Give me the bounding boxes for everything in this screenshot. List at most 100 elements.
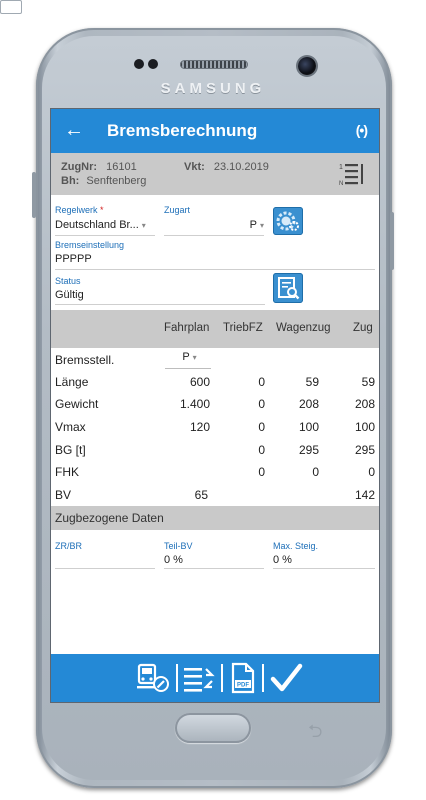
column-header-fahrplan: Fahrplan <box>164 322 210 334</box>
cell-gewicht-fahrplan: 1.400 <box>179 397 210 411</box>
zugart-underline <box>164 235 264 236</box>
required-marker: * <box>100 205 104 215</box>
maxsteig-label: Max. Steig. <box>273 541 319 551</box>
brand-logo: SAMSUNG <box>160 80 266 97</box>
row-label-gewicht: Gewicht <box>55 397 99 411</box>
cell-fhk-zug: 0 <box>368 465 375 479</box>
cell-laenge-fahrplan: 600 <box>189 375 210 389</box>
page-title: Bremsberechnung <box>107 121 258 140</box>
cell-vmax-fahrplan: 120 <box>189 420 210 434</box>
pdf-document-icon[interactable]: PDF <box>229 662 257 694</box>
earpiece-speaker <box>180 60 248 69</box>
row-label-fhk: FHK <box>55 465 79 479</box>
power-button <box>390 212 394 270</box>
row-label-bg: BG [t] <box>55 443 86 457</box>
cell-bg-triebfz: 0 <box>258 443 265 457</box>
row-label-bv: BV <box>55 488 72 502</box>
gear-icon <box>276 211 299 231</box>
caret-down-icon: ▾ <box>259 221 264 230</box>
sensor-dot <box>134 59 144 69</box>
bh-label: Bh: <box>61 175 80 187</box>
app-screen: ← Bremsberechnung (•) ZugNr: 16101 Bh: S… <box>51 109 379 702</box>
maxsteig-underline <box>273 568 375 569</box>
svg-text:1: 1 <box>339 164 343 171</box>
cell-laenge-zug: 59 <box>361 375 375 389</box>
bremseinstellung-value: PPPPP <box>55 253 92 265</box>
volume-button <box>32 172 36 218</box>
section-title: Zugbezogene Daten <box>55 511 164 525</box>
caret-down-icon: ▾ <box>192 353 197 362</box>
back-key[interactable]: ⮌ <box>308 719 322 749</box>
zrbr-label: ZR/BR <box>55 541 82 551</box>
regelwerk-label-text: Regelwerk <box>55 205 98 215</box>
cell-bg-wagenzug: 295 <box>298 443 319 457</box>
bremseinstellung-label: Bremseinstellung <box>55 240 125 250</box>
sensor-dot <box>148 59 158 69</box>
document-search-icon <box>278 277 300 300</box>
zugnr-line: ZugNr: 16101 <box>61 161 137 173</box>
bremsstell-value: P <box>182 351 190 363</box>
bremsstell-label: Bremsstell. <box>55 353 115 367</box>
regelwerk-select[interactable]: Deutschland Br... ▾ <box>55 219 155 231</box>
pdf-text: PDF <box>237 683 249 689</box>
bh-line: Bh: Senftenberg <box>61 175 146 187</box>
numbered-list-icon[interactable]: 1 N <box>337 160 365 188</box>
cell-vmax-wagenzug: 100 <box>298 420 319 434</box>
teilbv-label: Teil-BV <box>164 541 193 551</box>
toolbar-divider <box>221 664 223 692</box>
status-value: Gültig <box>55 289 84 301</box>
teilbv-value: 0 % <box>164 554 183 566</box>
zugnr-value: 16101 <box>106 161 137 173</box>
bottom-action-bar: PDF <box>51 654 379 702</box>
section-header: Zugbezogene Daten <box>51 506 379 530</box>
cell-laenge-triebfz: 0 <box>258 375 265 389</box>
toolbar-divider <box>262 664 264 692</box>
bremsstell-underline <box>165 368 211 369</box>
caret-down-icon: ▾ <box>141 221 146 230</box>
row-label-vmax: Vmax <box>55 420 86 434</box>
cell-vmax-zug: 100 <box>354 420 375 434</box>
vkt-label: Vkt: <box>184 161 205 173</box>
status-label: Status <box>55 276 81 286</box>
zrbr-underline <box>55 568 155 569</box>
cell-gewicht-wagenzug: 208 <box>298 397 319 411</box>
cell-vmax-triebfz: 0 <box>258 420 265 434</box>
vkt-line: Vkt: 23.10.2019 <box>184 161 269 173</box>
brake-settings-button[interactable] <box>273 207 303 235</box>
train-info-bar: ZugNr: 16101 Bh: Senftenberg Vkt: 23.10.… <box>51 153 379 195</box>
broadcast-icon[interactable]: (•) <box>356 122 368 138</box>
cell-fhk-triebfz: 0 <box>258 465 265 479</box>
arrow-left-icon[interactable]: ← <box>64 119 84 142</box>
regelwerk-label: Regelwerk * <box>55 205 104 215</box>
bremsstell-select[interactable]: P ▾ <box>167 351 212 363</box>
vkt-value: 23.10.2019 <box>213 161 269 173</box>
recent-apps-key[interactable] <box>0 0 22 14</box>
regelwerk-underline <box>55 235 155 236</box>
checkmark-icon[interactable] <box>269 662 303 694</box>
front-camera <box>298 57 316 75</box>
bh-value: Senftenberg <box>86 175 147 187</box>
cell-bv-zug: 142 <box>354 488 375 502</box>
toolbar-divider <box>176 664 178 692</box>
regelwerk-value: Deutschland Br... <box>55 219 139 231</box>
maxsteig-value: 0 % <box>273 554 292 566</box>
zugart-select[interactable]: P ▾ <box>164 219 264 231</box>
cell-bg-zug: 295 <box>354 443 375 457</box>
cell-fhk-wagenzug: 0 <box>312 465 319 479</box>
cell-gewicht-triebfz: 0 <box>258 397 265 411</box>
zugnr-label: ZugNr: <box>61 161 98 173</box>
cell-bv-fahrplan: 65 <box>194 488 208 502</box>
column-header-triebfz: TriebFZ <box>223 322 263 334</box>
home-button[interactable] <box>175 713 251 743</box>
app-bar: ← Bremsberechnung (•) <box>51 109 379 153</box>
train-edit-icon[interactable] <box>135 662 171 694</box>
zugart-label: Zugart <box>164 205 191 215</box>
zugart-value: P <box>249 219 257 231</box>
document-search-button[interactable] <box>273 273 303 303</box>
teilbv-underline <box>164 568 264 569</box>
bremseinstellung-underline <box>55 269 375 270</box>
row-label-laenge: Länge <box>55 375 89 389</box>
column-header-wagenzug: Wagenzug <box>276 322 331 334</box>
list-sync-icon[interactable] <box>182 663 216 693</box>
cell-laenge-wagenzug: 59 <box>305 375 319 389</box>
